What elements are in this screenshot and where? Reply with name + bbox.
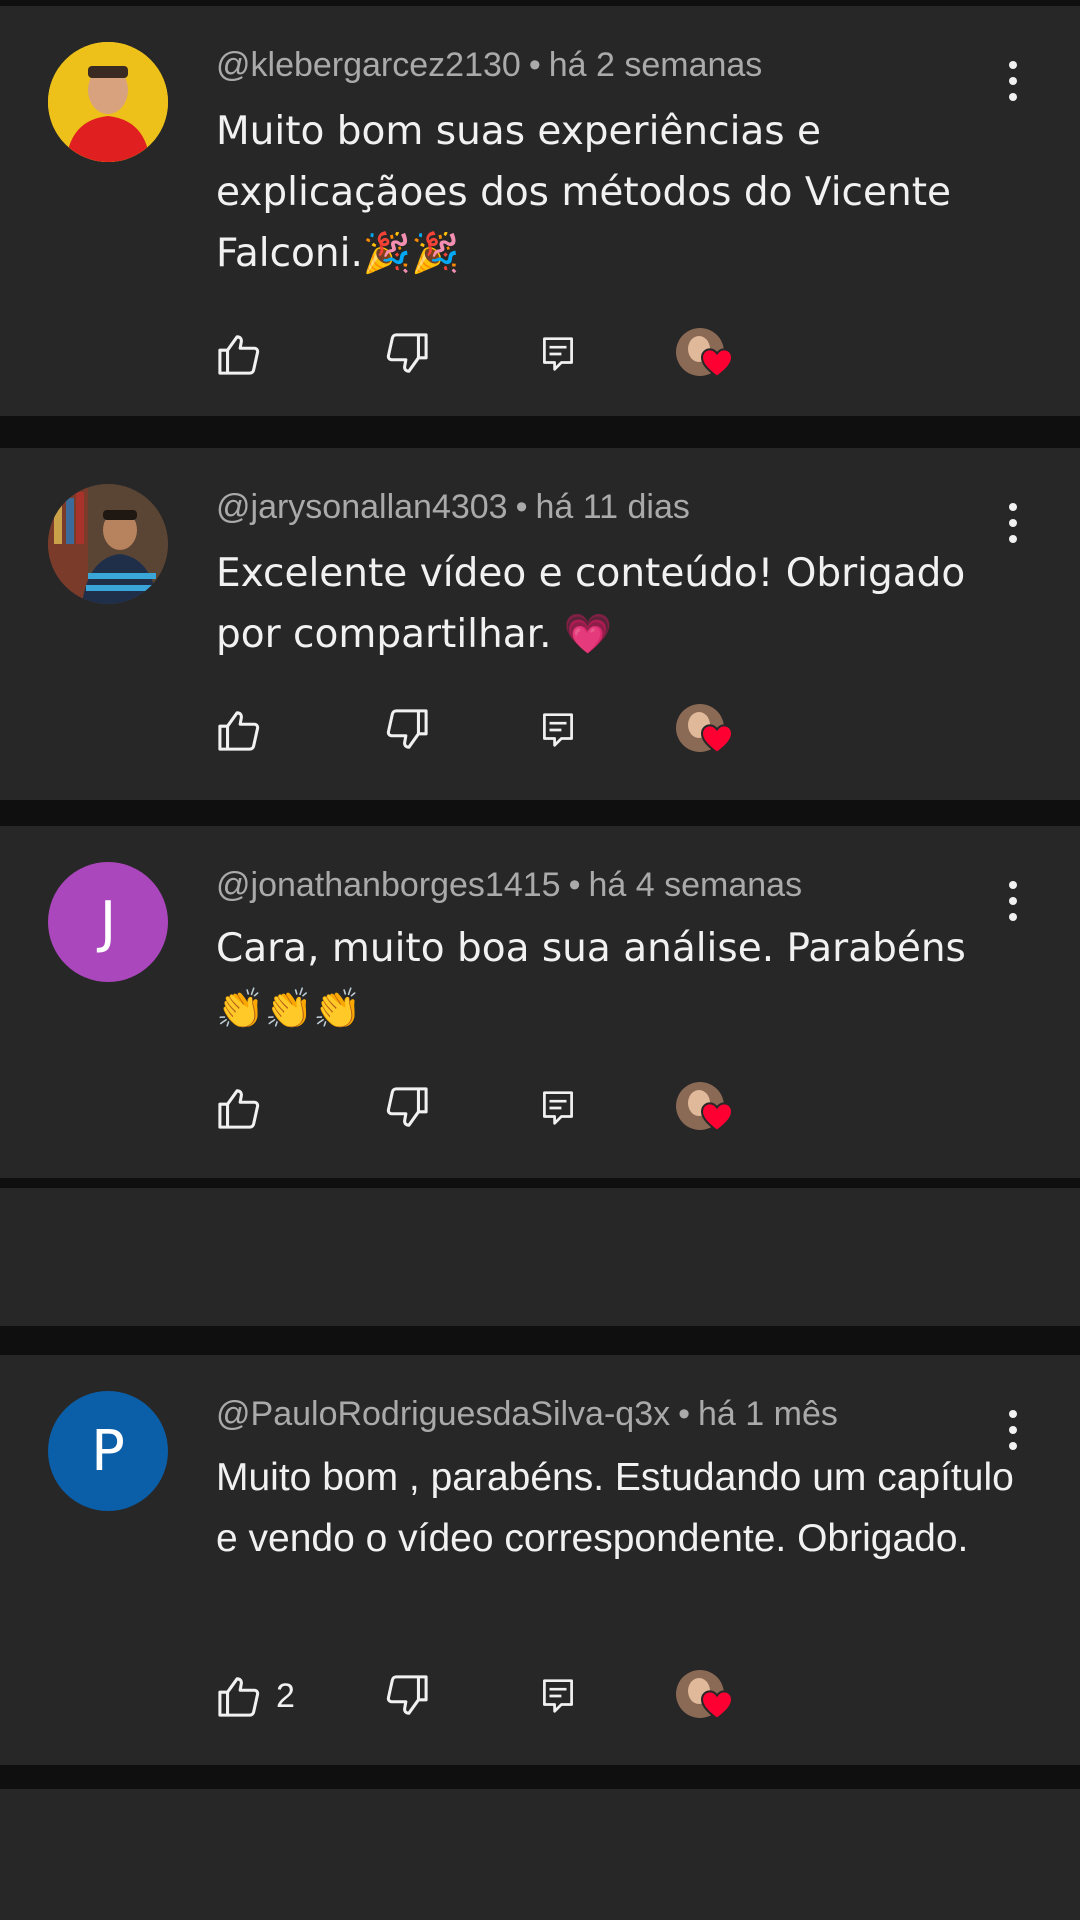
comment-card: @klebergarcez2130 • há 2 semanas Muito bom… [0,6,1080,416]
separator: • [678,1395,691,1433]
next-comment-card [0,1789,1080,1920]
avatar[interactable]: P [48,1391,168,1511]
reply-button[interactable] [541,1668,575,1724]
dislike-button[interactable] [384,1668,430,1724]
dislike-button[interactable] [384,702,430,758]
separator: • [515,488,528,526]
comment-card: J @jonathanborges1415 • há 4 semanas Cara,… [0,826,1080,1178]
comment-time[interactable]: há 4 semanas [588,866,802,904]
comment-time[interactable]: há 1 mês [698,1395,838,1433]
author-name[interactable]: @jarysonallan4303 [216,488,508,526]
like-button[interactable] [216,702,276,758]
comment-time[interactable]: há 2 semanas [549,46,763,84]
thumb-up-icon [218,1089,260,1129]
like-button[interactable] [216,1080,276,1136]
more-vertical-icon[interactable] [998,61,1028,105]
creator-heart-badge [676,1080,740,1136]
creator-heart-icon [700,724,734,754]
avatar-letter: P [91,1418,125,1484]
thumb-down-icon [386,1675,428,1715]
creator-heart-icon [700,1102,734,1132]
comment-text: Muito bom suas experiências e explicação… [216,109,951,276]
reply-comment-icon [543,1679,573,1713]
author-name[interactable]: @PauloRodriguesdaSilva-q3x [216,1395,670,1433]
dislike-button[interactable] [384,1080,430,1136]
comment-text: Muito bom , parabéns. Estudando um capít… [216,1456,1014,1560]
thumb-up-icon [218,711,260,751]
comment-time[interactable]: há 11 dias [536,488,690,526]
thumb-up-icon [218,1677,260,1717]
thumb-down-icon [386,1087,428,1127]
more-vertical-icon[interactable] [998,503,1028,547]
avatar[interactable] [48,42,168,162]
creator-heart-badge [676,326,740,382]
author-name[interactable]: @klebergarcez2130 [216,46,521,84]
like-count: 2 [276,1676,295,1715]
author-name[interactable]: @jonathanborges1415 [216,866,561,904]
dislike-button[interactable] [384,326,430,382]
comment-text: Excelente vídeo e conteúdo! Obrigado por… [216,551,966,657]
reply-comment-icon [543,713,573,747]
separator: • [528,46,541,84]
creator-heart-icon [700,348,734,378]
thumb-down-icon [386,709,428,749]
creator-heart-badge [676,702,740,758]
avatar[interactable]: J [48,862,168,982]
comment-meta: @jarysonallan4303 • há 11 dias [216,488,690,527]
comment-actions [216,326,776,382]
reply-comment-icon [543,1091,573,1125]
like-button[interactable] [216,326,276,382]
avatar[interactable] [48,484,168,604]
comment-actions: 2 [216,1668,776,1724]
creator-heart-badge [676,1668,740,1724]
comment-meta: @PauloRodriguesdaSilva-q3x • há 1 mês [216,1395,838,1434]
creator-heart-icon [700,1690,734,1720]
reply-comment-icon [543,337,573,371]
empty-feed-slot [0,1188,1080,1326]
thumb-down-icon [386,333,428,373]
thumb-up-icon [218,335,260,375]
comment-actions [216,1080,776,1136]
comment-card: @jarysonallan4303 • há 11 dias Excelente v… [0,448,1080,800]
reply-button[interactable] [541,702,575,758]
separator: • [568,866,581,904]
comment-meta: @jonathanborges1415 • há 4 semanas [216,866,802,905]
avatar-letter: J [99,889,117,955]
comment-text: Cara, muito boa sua análise. Parabéns 👏👏… [216,926,966,1032]
like-button[interactable]: 2 [216,1668,295,1724]
comment-card: P @PauloRodriguesdaSilva-q3x • há 1 mês Mu… [0,1355,1080,1765]
comment-meta: @klebergarcez2130 • há 2 semanas [216,46,762,85]
reply-button[interactable] [541,326,575,382]
comment-actions [216,702,776,758]
reply-button[interactable] [541,1080,575,1136]
